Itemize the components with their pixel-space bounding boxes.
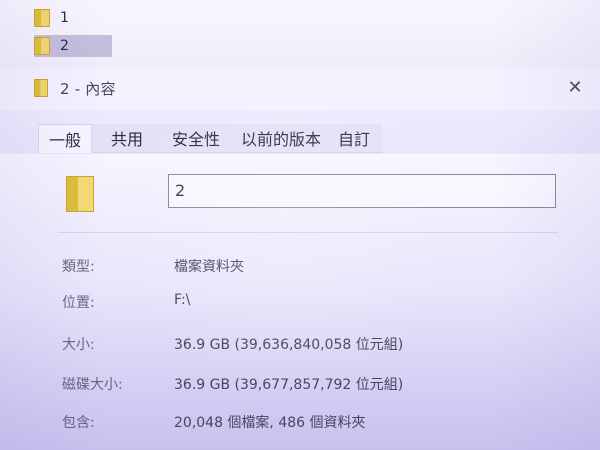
location-row: 位置: F:\ (62, 292, 562, 316)
disk-size-row: 磁碟大小: 36.9 GB (39,677,857,792 位元組) (62, 374, 562, 398)
folder-icon (34, 79, 48, 97)
properties-dialog: 一般 共用 安全性 以前的版本 自訂 2 類型: 檔案資料夾 位置: F:\ 大… (0, 110, 600, 450)
folder-icon (34, 9, 50, 27)
folder-icon (66, 176, 94, 212)
explorer-item-label: 1 (60, 10, 69, 26)
window-title: 2 - 內容 (60, 80, 116, 98)
size-row: 大小: 36.9 GB (39,636,840,058 位元組) (62, 334, 562, 358)
tab-label: 一般 (48, 131, 81, 150)
tab-general[interactable]: 一般 (38, 124, 92, 153)
tab-label: 共用 (110, 130, 143, 149)
tab-previous-versions[interactable]: 以前的版本 (232, 124, 330, 152)
type-row: 類型: 檔案資料夾 (62, 256, 562, 280)
explorer-item[interactable]: 1 (34, 7, 264, 29)
general-tab-panel: 2 類型: 檔案資料夾 位置: F:\ 大小: 36.9 GB (39,636,… (0, 154, 600, 450)
explorer-item-label: 2 (60, 38, 69, 54)
location-value: F:\ (174, 292, 191, 308)
screen-background: 1 2 2 - 內容 ✕ 一般 共用 安全性 以前的版本 自訂 2 類型: 檔案… (0, 0, 600, 450)
tab-bar: 一般 共用 安全性 以前的版本 自訂 (0, 124, 600, 154)
tab-customize[interactable]: 自訂 (334, 124, 374, 152)
contains-value: 20,048 個檔案, 486 個資料夾 (174, 415, 366, 431)
close-button[interactable]: ✕ (564, 76, 586, 98)
type-value: 檔案資料夾 (174, 259, 244, 275)
disk-size-value: 36.9 GB (39,677,857,792 位元組) (174, 377, 404, 393)
close-icon: ✕ (567, 76, 583, 98)
size-value: 36.9 GB (39,636,840,058 位元組) (174, 337, 404, 353)
tab-label: 自訂 (337, 130, 370, 149)
tab-security[interactable]: 安全性 (166, 124, 226, 152)
explorer-item-selected[interactable]: 2 (34, 35, 112, 57)
contains-row: 包含: 20,048 個檔案, 486 個資料夾 (62, 412, 562, 436)
tab-label: 以前的版本 (240, 130, 321, 149)
tab-sharing[interactable]: 共用 (102, 124, 152, 152)
file-explorer-list: 1 2 (0, 0, 600, 68)
disk-size-label: 磁碟大小: (62, 377, 123, 393)
properties-title-bar: 2 - 內容 ✕ (0, 68, 600, 111)
location-label: 位置: (62, 295, 95, 311)
tab-label: 安全性 (171, 130, 220, 149)
contains-label: 包含: (62, 415, 95, 431)
folder-icon (34, 37, 50, 55)
type-label: 類型: (62, 259, 95, 275)
folder-name-input[interactable]: 2 (168, 174, 556, 208)
size-label: 大小: (62, 337, 95, 353)
section-divider (58, 232, 558, 233)
